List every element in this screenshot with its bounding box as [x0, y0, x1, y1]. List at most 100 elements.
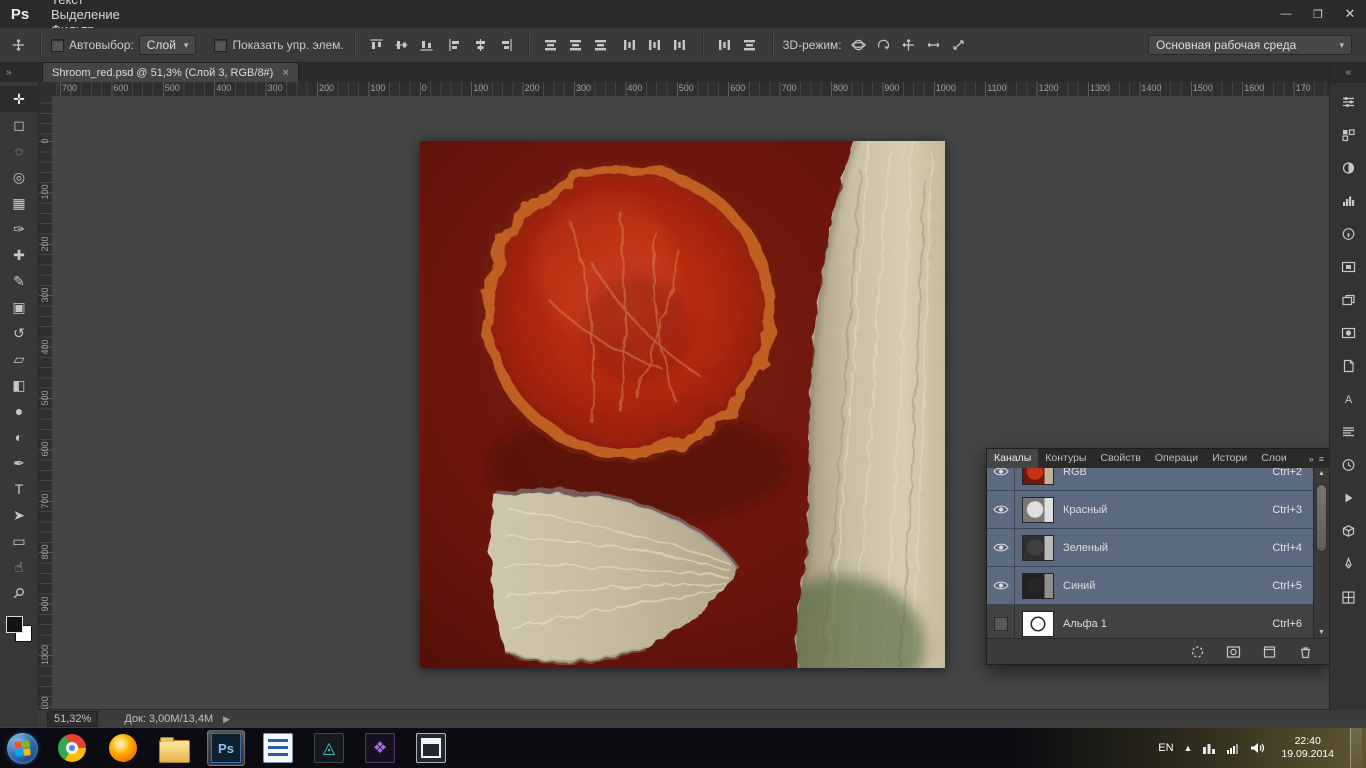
- taskbar-app-blue-document-app[interactable]: [260, 731, 296, 765]
- histogram-panel-icon[interactable]: [1334, 187, 1362, 215]
- tool-type[interactable]: T: [0, 476, 38, 502]
- grid-panel-icon[interactable]: [1334, 583, 1362, 611]
- taskbar-app-console-window-app[interactable]: [413, 731, 449, 765]
- align-horizontal-centers[interactable]: [469, 34, 493, 56]
- styles-panel-icon[interactable]: [1334, 517, 1362, 545]
- panel-tab-истори[interactable]: Истори: [1205, 449, 1254, 468]
- tool-lasso[interactable]: ◌: [0, 138, 38, 164]
- tool-clone-stamp[interactable]: ▣: [0, 294, 38, 320]
- 3d-orbit[interactable]: [847, 34, 871, 56]
- color-panel-icon[interactable]: [1334, 88, 1362, 116]
- 3d-roll[interactable]: [872, 34, 896, 56]
- distribute-horizontal-centers[interactable]: [643, 34, 667, 56]
- panel-tab-каналы[interactable]: Каналы: [987, 449, 1038, 468]
- 3d-slide[interactable]: [922, 34, 946, 56]
- channel-row-альфа-1[interactable]: Альфа 1Ctrl+6: [987, 605, 1314, 638]
- 3d-scale[interactable]: [947, 34, 971, 56]
- align-right-edges[interactable]: [494, 34, 518, 56]
- timeline-panel-icon[interactable]: [1334, 451, 1362, 479]
- color-swatches[interactable]: [6, 616, 32, 642]
- restore-button[interactable]: ❐: [1302, 0, 1334, 28]
- new-channel[interactable]: [1257, 641, 1281, 663]
- show-desktop-button[interactable]: [1350, 728, 1362, 768]
- channel-row-зеленый[interactable]: ЗеленыйCtrl+4: [987, 529, 1314, 567]
- auto-select-dropdown[interactable]: Слой ▾: [139, 35, 197, 55]
- workspace-dropdown[interactable]: Основная рабочая среда ▾: [1148, 35, 1352, 55]
- tool-path-selection[interactable]: ➤: [0, 502, 38, 528]
- tool-rectangle[interactable]: ▭: [0, 528, 38, 554]
- tool-pen[interactable]: ✒: [0, 450, 38, 476]
- status-expand-icon[interactable]: ▶: [223, 714, 230, 725]
- distribute-bottom-edges[interactable]: [589, 34, 613, 56]
- taskbar-app-chrome[interactable]: [54, 731, 90, 765]
- load-channel-as-selection[interactable]: [1185, 641, 1209, 663]
- adjustments-panel-icon[interactable]: [1334, 154, 1362, 182]
- tool-rectangular-marquee[interactable]: ◻: [0, 112, 38, 138]
- distribute-vertical-centers[interactable]: [564, 34, 588, 56]
- tool-quick-selection[interactable]: ◎: [0, 164, 38, 190]
- start-button[interactable]: [7, 733, 38, 764]
- panel-tab-операци[interactable]: Операци: [1148, 449, 1205, 468]
- show-hidden-icons[interactable]: ▲: [1184, 743, 1193, 753]
- tool-move[interactable]: ✛: [0, 86, 38, 112]
- tool-dodge[interactable]: ◐: [0, 424, 38, 450]
- language-indicator[interactable]: EN: [1158, 742, 1173, 754]
- visibility-eye-icon[interactable]: [987, 567, 1015, 604]
- tab-close-icon[interactable]: ×: [282, 67, 288, 79]
- vertical-ruler[interactable]: 010020030040050060070080090010001100: [38, 96, 53, 710]
- actions-panel-icon[interactable]: [1334, 484, 1362, 512]
- document-canvas[interactable]: [420, 141, 945, 668]
- close-button[interactable]: ✕: [1334, 0, 1366, 28]
- taskbar-app-firefox[interactable]: [105, 731, 141, 765]
- align-vertical-centers[interactable]: [390, 34, 414, 56]
- scroll-down-icon[interactable]: ▼: [1314, 629, 1329, 636]
- visibility-checkbox[interactable]: [987, 605, 1015, 638]
- tool-eraser[interactable]: ▱: [0, 346, 38, 372]
- info-panel-icon[interactable]: [1334, 220, 1362, 248]
- tool-gradient[interactable]: ◧: [0, 372, 38, 398]
- navigator-panel-icon[interactable]: [1334, 253, 1362, 281]
- foreground-color-swatch[interactable]: [6, 616, 23, 633]
- save-selection-as-channel[interactable]: [1221, 641, 1245, 663]
- toolbar-collapse-icon[interactable]: »: [0, 62, 44, 82]
- tool-crop[interactable]: ▦: [0, 190, 38, 216]
- tool-eyedropper[interactable]: ✑: [0, 216, 38, 242]
- visibility-eye-icon[interactable]: [987, 468, 1015, 490]
- show-transform-controls-checkbox[interactable]: [214, 39, 227, 52]
- visibility-eye-icon[interactable]: [987, 529, 1015, 566]
- minimize-button[interactable]: —: [1270, 0, 1302, 28]
- panels-expand-icon[interactable]: «: [1330, 62, 1366, 83]
- distribute-right-edges[interactable]: [668, 34, 692, 56]
- distribute-vertical-spacing[interactable]: [738, 34, 762, 56]
- distribute-top-edges[interactable]: [539, 34, 563, 56]
- resource-monitor-icon[interactable]: [1202, 742, 1216, 754]
- panel-tab-контуры[interactable]: Контуры: [1038, 449, 1093, 468]
- channel-row-rgb[interactable]: RGBCtrl+2: [987, 468, 1314, 491]
- taskbar-app-explorer[interactable]: [156, 731, 192, 765]
- taskbar-app-purple-emblem-app[interactable]: ❖: [362, 731, 398, 765]
- align-bottom-edges[interactable]: [415, 34, 439, 56]
- zoom-level-field[interactable]: 51,32%: [47, 711, 98, 727]
- channel-row-красный[interactable]: КрасныйCtrl+3: [987, 491, 1314, 529]
- move-tool-icon[interactable]: [6, 34, 30, 56]
- align-top-edges[interactable]: [365, 34, 389, 56]
- panel-tab-слои[interactable]: Слои: [1254, 449, 1294, 468]
- masks-panel-icon[interactable]: [1334, 319, 1362, 347]
- distribute-horizontal-spacing[interactable]: [713, 34, 737, 56]
- layers-panel-icon[interactable]: [1334, 286, 1362, 314]
- horizontal-ruler[interactable]: 7006005004003002001000100200300400500600…: [52, 82, 1330, 97]
- tool-history-brush[interactable]: ↺: [0, 320, 38, 346]
- tool-healing-brush[interactable]: ✚: [0, 242, 38, 268]
- character-panel-icon[interactable]: A: [1334, 385, 1362, 413]
- paragraph-panel-icon[interactable]: [1334, 418, 1362, 446]
- channel-row-синий[interactable]: СинийCtrl+5: [987, 567, 1314, 605]
- swatches-panel-icon[interactable]: [1334, 121, 1362, 149]
- pages-panel-icon[interactable]: [1334, 352, 1362, 380]
- align-left-edges[interactable]: [444, 34, 468, 56]
- panel-menu-icon[interactable]: ≡: [1319, 454, 1324, 464]
- panel-tab-свойств[interactable]: Свойств: [1093, 449, 1147, 468]
- 3d-pan[interactable]: [897, 34, 921, 56]
- visibility-eye-icon[interactable]: [987, 491, 1015, 528]
- scrollbar-thumb[interactable]: [1316, 484, 1327, 552]
- tool-brush[interactable]: ✎: [0, 268, 38, 294]
